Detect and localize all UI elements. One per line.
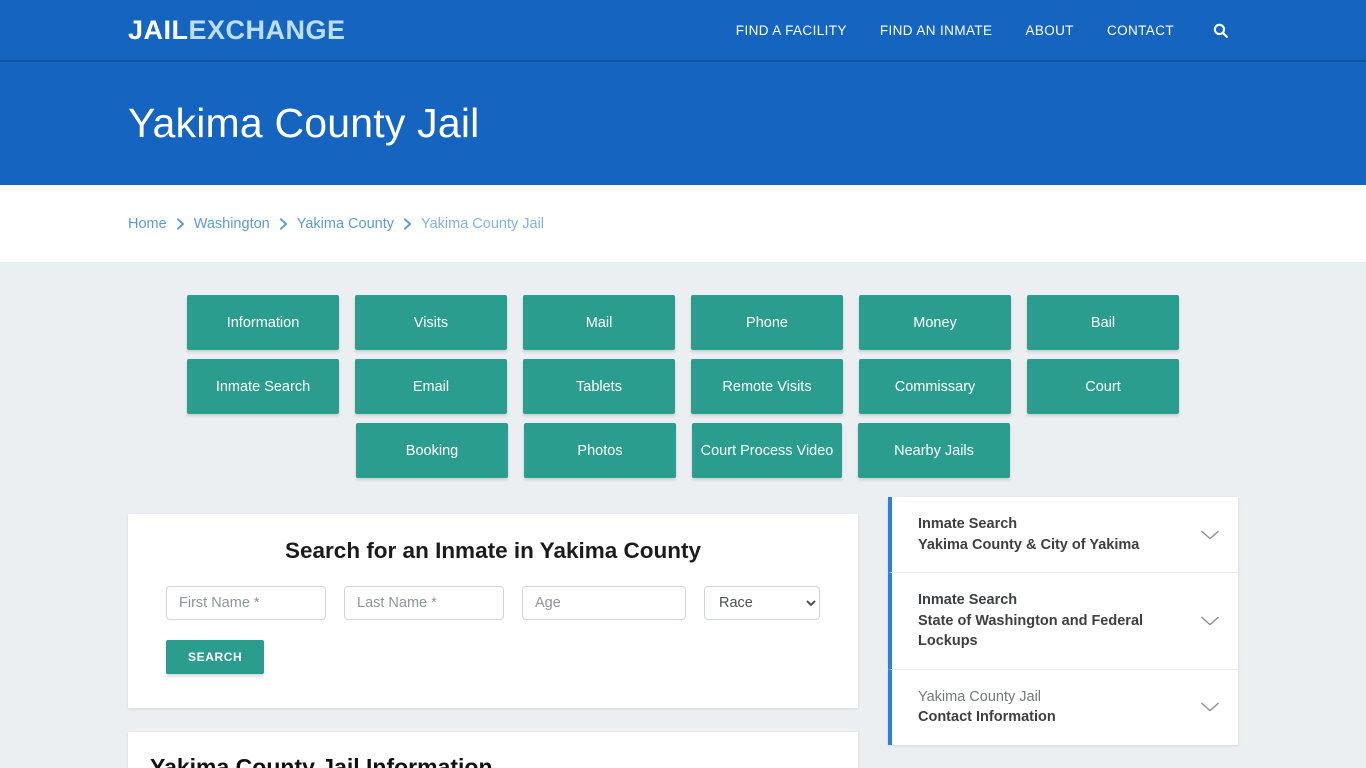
- section-button-court[interactable]: Court: [1027, 359, 1179, 414]
- nav-item-find-an-inmate[interactable]: FIND AN INMATE: [880, 23, 993, 38]
- breadcrumb-item-yakima-county[interactable]: Yakima County: [297, 216, 394, 232]
- jail-information-card: Yakima County Jail Information: [128, 732, 858, 768]
- page-body: Information Visits Mail Phone Money Bail…: [0, 262, 1366, 768]
- main-column: Search for an Inmate in Yakima County Ra…: [128, 514, 858, 768]
- accordion-item-line1: Yakima County Jail: [918, 688, 1042, 705]
- nav-item-contact[interactable]: CONTACT: [1107, 23, 1174, 38]
- section-button-tablets[interactable]: Tablets: [523, 359, 675, 414]
- accordion-item-inmate-search-county[interactable]: Inmate Search Yakima County & City of Ya…: [888, 497, 1238, 574]
- section-button-remote-visits[interactable]: Remote Visits: [691, 359, 843, 414]
- section-button-court-process-video[interactable]: Court Process Video: [692, 423, 842, 478]
- page-title: Yakima County Jail: [128, 100, 480, 146]
- chevron-down-icon[interactable]: [1200, 701, 1220, 713]
- accordion-item-line1: Inmate Search: [918, 592, 1018, 609]
- breadcrumb-item-washington[interactable]: Washington: [194, 216, 270, 232]
- chevron-right-icon: [279, 217, 288, 230]
- race-select[interactable]: Race: [704, 586, 820, 620]
- last-name-input[interactable]: [344, 586, 504, 620]
- site-header: JAILEXCHANGE FIND A FACILITY FIND AN INM…: [0, 0, 1366, 62]
- section-button-visits[interactable]: Visits: [355, 295, 507, 350]
- section-button-commissary[interactable]: Commissary: [859, 359, 1011, 414]
- breadcrumb-item-current: Yakima County Jail: [420, 215, 545, 232]
- jail-information-title: Yakima County Jail Information: [150, 754, 493, 768]
- accordion-item-text: Inmate Search State of Washington and Fe…: [918, 590, 1188, 652]
- accordion-item-line2: Yakima County & City of Yakima: [918, 536, 1140, 553]
- primary-nav: FIND A FACILITY FIND AN INMATE ABOUT CON…: [736, 22, 1344, 39]
- logo-text-secondary: EXCHANGE: [188, 14, 346, 45]
- section-button-inmate-search[interactable]: Inmate Search: [187, 359, 339, 414]
- section-button-mail[interactable]: Mail: [523, 295, 675, 350]
- first-name-input[interactable]: [166, 586, 326, 620]
- inmate-search-fields: Race: [148, 586, 838, 620]
- inmate-search-card: Search for an Inmate in Yakima County Ra…: [128, 514, 858, 708]
- content-columns: Search for an Inmate in Yakima County Ra…: [128, 497, 1238, 768]
- page-hero: Yakima County Jail: [0, 62, 1366, 185]
- breadcrumb-bar: Home Washington Yakima County Yakima Cou…: [0, 185, 1366, 262]
- accordion-item-text: Inmate Search Yakima County & City of Ya…: [918, 514, 1188, 555]
- section-button-money[interactable]: Money: [859, 295, 1011, 350]
- accordion-item-line1: Inmate Search: [918, 516, 1018, 532]
- accordion-item-line2: State of Washington and Federal Lockups: [918, 612, 1144, 650]
- accordion-item-line2: Contact Information: [918, 709, 1056, 726]
- breadcrumb: Home Washington Yakima County Yakima Cou…: [128, 216, 544, 232]
- nav-item-about[interactable]: ABOUT: [1025, 23, 1074, 38]
- sidebar-accordion: Inmate Search Yakima County & City of Ya…: [888, 497, 1238, 746]
- accordion-item-text: Yakima County Jail Contact Information: [918, 687, 1188, 728]
- chevron-right-icon: [403, 217, 412, 230]
- section-button-email[interactable]: Email: [355, 359, 507, 414]
- section-button-nearby-jails[interactable]: Nearby Jails: [858, 423, 1010, 478]
- section-button-grid: Information Visits Mail Phone Money Bail…: [133, 295, 1233, 478]
- search-icon[interactable]: [1212, 22, 1229, 39]
- chevron-down-icon[interactable]: [1200, 615, 1220, 627]
- nav-item-find-a-facility[interactable]: FIND A FACILITY: [736, 23, 847, 38]
- chevron-down-icon[interactable]: [1200, 529, 1220, 541]
- section-button-photos[interactable]: Photos: [524, 423, 676, 478]
- section-button-information[interactable]: Information: [187, 295, 339, 350]
- search-button[interactable]: SEARCH: [166, 640, 265, 674]
- section-button-booking[interactable]: Booking: [356, 423, 508, 478]
- site-logo[interactable]: JAILEXCHANGE: [128, 14, 346, 45]
- accordion-item-contact-information[interactable]: Yakima County Jail Contact Information: [888, 669, 1238, 746]
- chevron-right-icon: [176, 217, 185, 230]
- inmate-search-title: Search for an Inmate in Yakima County: [285, 538, 701, 563]
- breadcrumb-item-home[interactable]: Home: [128, 216, 167, 232]
- sidebar-column: Inmate Search Yakima County & City of Ya…: [888, 497, 1238, 746]
- section-button-phone[interactable]: Phone: [691, 295, 843, 350]
- age-input[interactable]: [522, 586, 686, 620]
- logo-text-primary: JAIL: [128, 14, 189, 45]
- accordion-item-inmate-search-state[interactable]: Inmate Search State of Washington and Fe…: [888, 573, 1238, 670]
- section-button-bail[interactable]: Bail: [1027, 295, 1179, 350]
